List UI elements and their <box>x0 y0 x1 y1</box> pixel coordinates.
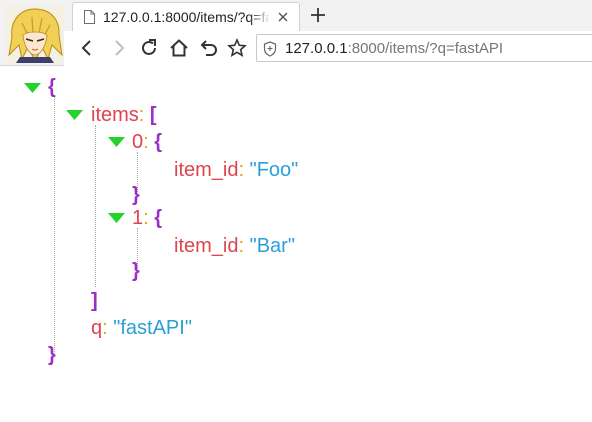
json-colon: : <box>138 104 145 126</box>
json-root-open: { <box>48 76 56 98</box>
json-key-items: items <box>91 104 139 126</box>
json-root-close: } <box>48 344 56 366</box>
json-entry-0-field: item_id: "Foo" <box>174 157 298 183</box>
browser-chrome: 127.0.0.1:8000/items/?q=fastAPI <box>0 0 592 66</box>
expand-toggle-icon[interactable] <box>108 137 125 147</box>
json-index: 0 <box>132 131 144 153</box>
reload-icon[interactable] <box>138 37 160 59</box>
json-entry-1-open: 1: { <box>132 205 162 231</box>
json-key-item-id: item_id <box>174 159 239 181</box>
json-array-open: [ <box>149 104 157 126</box>
page-document-icon <box>84 10 95 24</box>
plus-icon[interactable] <box>309 6 327 24</box>
json-string-value: "fastAPI" <box>113 317 192 339</box>
close-icon[interactable] <box>277 11 289 23</box>
navigation-toolbar: 127.0.0.1:8000/items/?q=fastAPI <box>64 31 592 66</box>
expand-toggle-icon[interactable] <box>24 83 41 93</box>
json-string-value: "Bar" <box>249 235 295 257</box>
profile-avatar[interactable] <box>6 5 64 63</box>
json-entry-1-field: item_id: "Bar" <box>174 233 295 259</box>
json-colon: : <box>238 159 245 181</box>
json-entry-0-open: 0: { <box>132 129 162 155</box>
json-viewer: { items: [ 0: { item_id: "Foo" } 1: { it… <box>0 66 592 422</box>
url-text: 127.0.0.1:8000/items/?q=fastAPI <box>285 40 503 57</box>
browser-tab-active[interactable]: 127.0.0.1:8000/items/?q=fastAPI <box>72 2 300 31</box>
tree-guide-items <box>95 125 96 287</box>
json-object-open: { <box>154 131 163 153</box>
tab-title: 127.0.0.1:8000/items/?q=fastAPI <box>103 9 269 25</box>
json-colon: : <box>143 131 149 153</box>
json-index: 1 <box>132 207 144 229</box>
forward-arrow-icon[interactable] <box>108 37 130 59</box>
json-key-q: q <box>91 317 103 339</box>
url-host: 127.0.0.1 <box>285 40 348 57</box>
home-icon[interactable] <box>168 37 190 59</box>
star-icon[interactable] <box>226 37 248 59</box>
json-colon: : <box>102 317 108 339</box>
json-array-close: ] <box>91 290 98 312</box>
expand-toggle-icon[interactable] <box>108 213 125 223</box>
tab-title-fade <box>249 6 271 28</box>
json-object-open: { <box>154 207 163 229</box>
json-key-item-id: item_id <box>174 235 239 257</box>
undo-icon[interactable] <box>198 37 220 59</box>
tree-guide-root <box>54 96 55 354</box>
json-items-line: items: [ <box>91 102 157 128</box>
shield-icon[interactable] <box>263 41 277 57</box>
anime-avatar-image <box>6 5 64 63</box>
json-q-line: q: "fastAPI" <box>91 315 192 341</box>
json-colon: : <box>143 207 149 229</box>
url-path: :8000/items/?q=fastAPI <box>347 40 504 57</box>
json-string-value: "Foo" <box>249 159 299 181</box>
address-bar[interactable]: 127.0.0.1:8000/items/?q=fastAPI <box>256 34 592 62</box>
json-entry-1-close: } <box>132 260 140 282</box>
back-arrow-icon[interactable] <box>76 37 98 59</box>
json-colon: : <box>238 235 245 257</box>
expand-toggle-icon[interactable] <box>66 110 83 120</box>
